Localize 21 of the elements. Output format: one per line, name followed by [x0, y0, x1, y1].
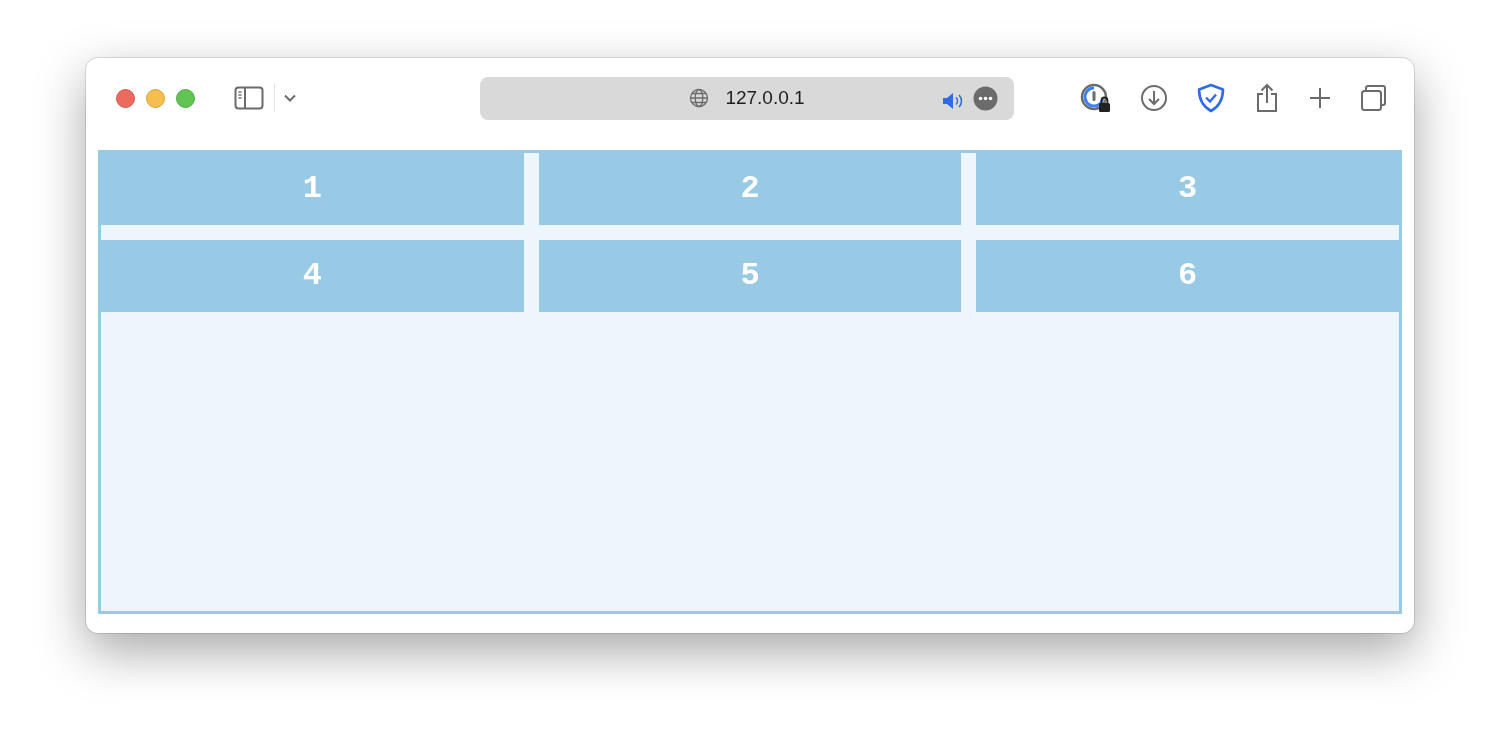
- plus-icon[interactable]: [1308, 86, 1332, 110]
- chevron-down-icon[interactable]: [284, 94, 296, 102]
- grid-item: 6: [976, 240, 1399, 312]
- password-lock-icon[interactable]: [1080, 83, 1112, 113]
- sidebar-icon[interactable]: [234, 86, 264, 110]
- zoom-button[interactable]: [176, 88, 195, 108]
- grid-item: 3: [976, 153, 1399, 225]
- share-icon[interactable]: [1254, 83, 1280, 113]
- tabs-icon[interactable]: [1360, 84, 1388, 112]
- url-text: 127.0.0.1: [725, 85, 805, 110]
- more-icon[interactable]: [973, 85, 998, 111]
- close-button[interactable]: [116, 88, 135, 108]
- address-bar[interactable]: 127.0.0.1: [480, 76, 1014, 120]
- grid-item: 1: [101, 153, 524, 225]
- grid-item: 5: [538, 240, 962, 312]
- grid-item: 4: [101, 240, 524, 312]
- grid-item: 2: [538, 153, 962, 225]
- download-icon[interactable]: [1140, 84, 1168, 112]
- shield-check-icon[interactable]: [1196, 83, 1226, 113]
- globe-icon: [689, 88, 710, 108]
- speaker-icon[interactable]: [942, 92, 964, 111]
